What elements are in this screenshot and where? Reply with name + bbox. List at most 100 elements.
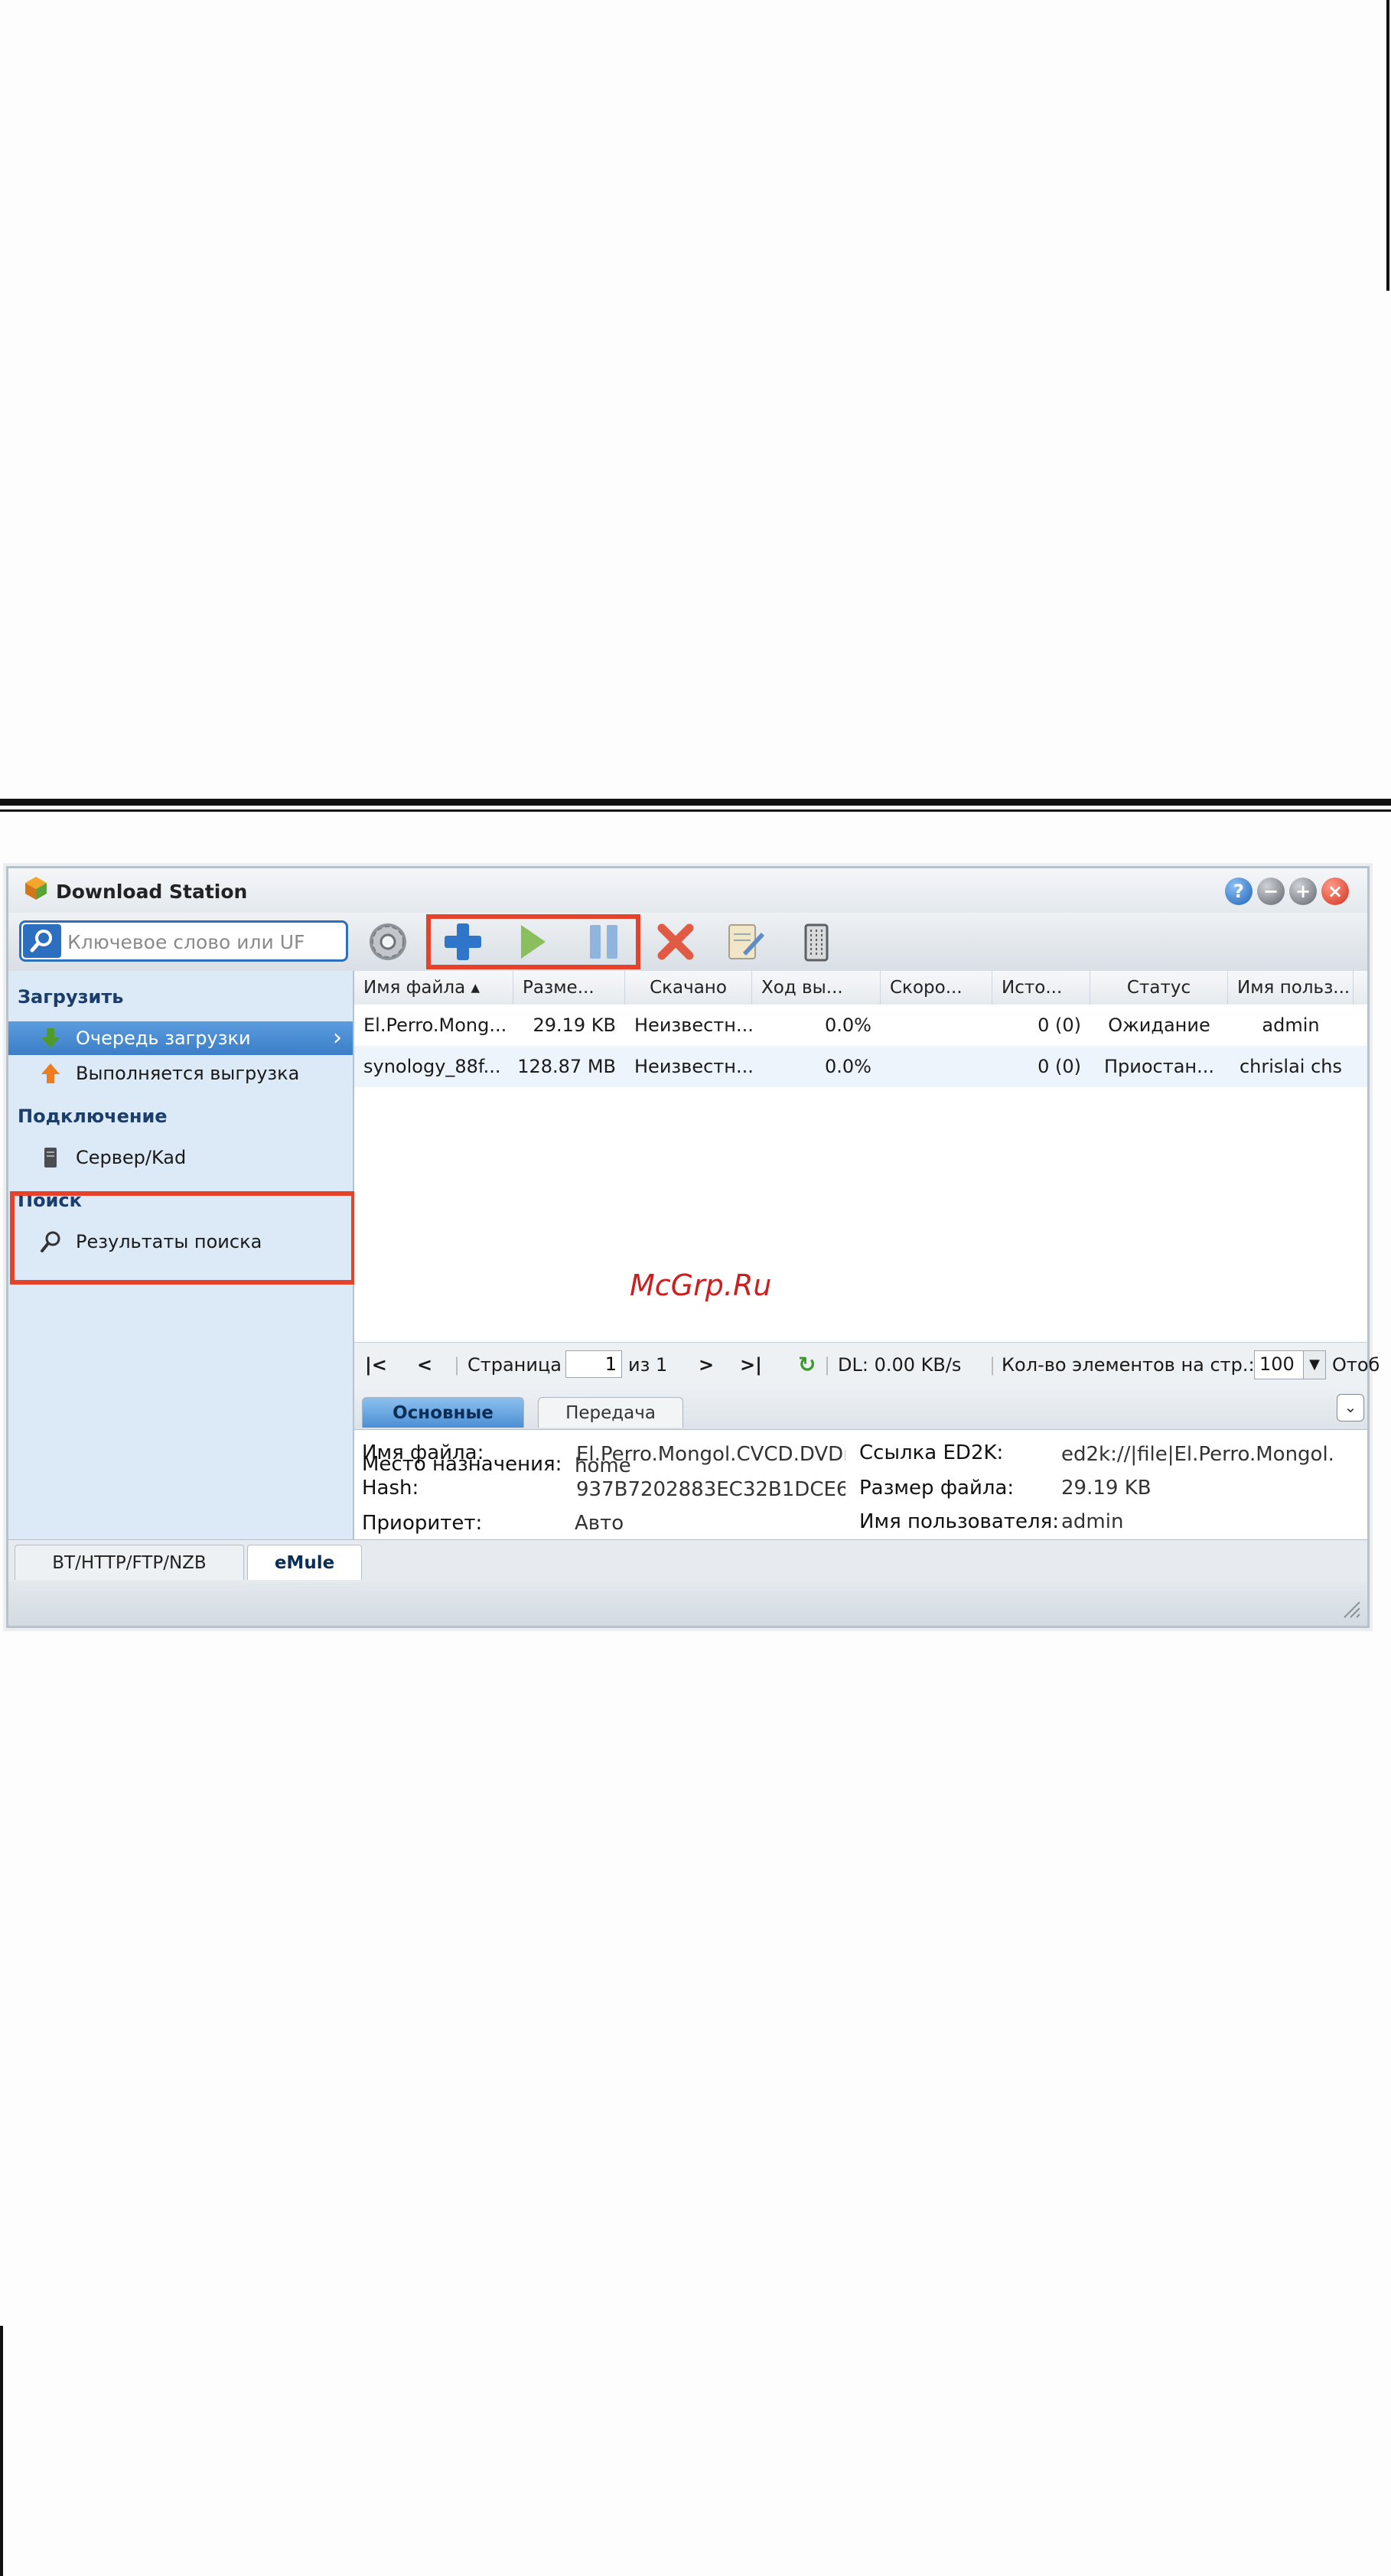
sidebar-item-server-kad[interactable]: Сервер/Kad — [8, 1141, 353, 1174]
resize-grip-icon[interactable] — [1340, 1597, 1361, 1619]
cell-status: Приостан... — [1103, 1056, 1215, 1077]
settings-icon[interactable] — [363, 919, 412, 965]
detail-value: Авто — [575, 1512, 624, 1535]
next-page-icon[interactable]: > — [699, 1352, 714, 1378]
pagination-bar: |< < | Страница из 1 > >| ↻ | DL: 0.00 K… — [354, 1342, 1380, 1388]
sidebar-section-download: Загрузить — [18, 986, 124, 1008]
detail-label: Приоритет: — [362, 1512, 483, 1535]
detail-value: 29.19 KB — [1061, 1477, 1152, 1500]
page-rule-left — [0, 2326, 3, 2576]
delete-icon[interactable] — [651, 919, 700, 965]
sidebar-item-label: Сервер/Kad — [76, 1147, 187, 1168]
details-tab-bar: Основные Передача ⌄ — [354, 1386, 1367, 1430]
download-arrow-icon — [41, 1028, 60, 1048]
download-station-logo-icon — [25, 877, 47, 900]
page-rule-thin — [0, 809, 1391, 812]
detail-label: Размер файла: — [859, 1477, 1015, 1500]
tab-transfer[interactable]: Передача — [538, 1397, 683, 1428]
page-count: из 1 — [628, 1354, 668, 1376]
title-bar: Download Station ? − + × — [8, 868, 1367, 913]
per-page-select[interactable]: 100 ▼ — [1254, 1350, 1326, 1379]
detail-value: home — [575, 1454, 631, 1477]
sidebar-item-upload[interactable]: Выполняется выгрузка — [8, 1057, 353, 1090]
first-page-icon[interactable]: |< — [365, 1352, 387, 1378]
toolbar-highlight-box — [426, 914, 640, 969]
cell-size: 29.19 KB — [533, 1014, 616, 1036]
sidebar-item-download-queue[interactable]: Очередь загрузки › — [8, 1021, 353, 1055]
column-header-downloaded[interactable]: Скачано — [625, 971, 752, 1005]
chevron-right-icon: › — [333, 1024, 342, 1051]
column-header-filename[interactable]: Имя файла ▴ — [354, 971, 513, 1005]
column-header-sources[interactable]: Исто... — [992, 971, 1090, 1005]
table-header: Имя файла ▴ Разме... Скачано Ход вы... С… — [354, 971, 1367, 1005]
cell-sources: 0 (0) — [1038, 1056, 1081, 1077]
download-speed: DL: 0.00 KB/s — [838, 1354, 962, 1376]
cell-username: chrislai chs — [1239, 1056, 1343, 1077]
cell-speed — [881, 1046, 992, 1087]
tab-bt-http-ftp-nzb[interactable]: BT/HTTP/FTP/NZB — [15, 1545, 244, 1580]
table-row[interactable]: synology_88f... 128.87 MB Неизвестн... 0… — [354, 1046, 1367, 1087]
sidebar-item-label: Очередь загрузки — [76, 1027, 251, 1049]
column-header-speed[interactable]: Скоро... — [881, 971, 992, 1005]
cell-speed — [881, 1005, 992, 1046]
toolbar — [8, 913, 1367, 972]
detail-label: Hash: — [362, 1477, 419, 1500]
chevron-down-icon: ▼ — [1303, 1351, 1325, 1379]
cell-filename: synology_88f... — [363, 1056, 501, 1077]
search-box — [19, 920, 348, 962]
column-header-username[interactable]: Имя польз... — [1228, 971, 1354, 1005]
search-section-highlight-box — [10, 1191, 356, 1285]
edit-icon[interactable] — [720, 919, 769, 965]
collapse-icon[interactable]: ⌄ — [1337, 1394, 1364, 1422]
cell-size: 128.87 MB — [517, 1056, 616, 1077]
separator: | — [989, 1354, 996, 1376]
detail-value: 937B7202883EC32B1DCE6 — [576, 1478, 845, 1501]
table-row[interactable]: El.Perro.Mong... 29.19 KB Неизвестн... 0… — [354, 1005, 1367, 1046]
page-label: Страница — [467, 1354, 562, 1376]
detail-label: Ссылка ED2K: — [859, 1441, 1004, 1464]
clear-icon[interactable] — [792, 919, 841, 965]
cell-downloaded: Неизвестн... — [634, 1056, 752, 1077]
page-rule-right — [1386, 0, 1389, 291]
display-label: Отоб — [1332, 1354, 1380, 1376]
status-bar — [8, 1582, 1367, 1626]
cell-filename: El.Perro.Mong... — [363, 1014, 507, 1036]
cell-username: admin — [1262, 1014, 1320, 1036]
upload-arrow-icon — [41, 1063, 60, 1083]
cell-sources: 0 (0) — [1038, 1014, 1081, 1036]
cell-status: Ожидание — [1108, 1014, 1210, 1036]
cell-downloaded: Неизвестн... — [634, 1014, 752, 1036]
server-icon — [44, 1148, 57, 1168]
tab-emule[interactable]: eMule — [247, 1545, 362, 1580]
page-rule-thick — [0, 799, 1391, 806]
last-page-icon[interactable]: >| — [740, 1352, 762, 1378]
detail-label: Имя пользователя: — [859, 1510, 1059, 1533]
maximize-icon[interactable]: + — [1289, 878, 1317, 905]
column-header-status[interactable]: Статус — [1090, 971, 1228, 1005]
cell-progress: 0.0% — [825, 1056, 871, 1077]
watermark: McGrp.Ru — [630, 1268, 772, 1302]
close-icon[interactable]: × — [1321, 878, 1349, 905]
download-station-window: Download Station ? − + × Ключевое слово … — [6, 866, 1380, 1628]
refresh-icon[interactable]: ↻ — [798, 1352, 816, 1378]
minimize-icon[interactable]: − — [1257, 878, 1285, 905]
column-header-size[interactable]: Разме... — [513, 971, 625, 1005]
cell-progress: 0.0% — [825, 1014, 871, 1036]
separator: | — [824, 1354, 831, 1376]
column-header-progress[interactable]: Ход вы... — [752, 971, 881, 1005]
search-icon[interactable] — [23, 924, 61, 958]
page-number-input[interactable] — [565, 1350, 622, 1378]
bottom-tab-bar: BT/HTTP/FTP/NZB eMule — [8, 1539, 1367, 1583]
sidebar-item-label: Выполняется выгрузка — [76, 1063, 300, 1084]
search-input[interactable] — [66, 929, 344, 955]
prev-page-icon[interactable]: < — [417, 1352, 432, 1378]
app-title: Download Station — [56, 881, 248, 903]
sidebar-section-connection: Подключение — [18, 1106, 168, 1127]
per-page-label: Кол-во элементов на стр.: — [1002, 1354, 1255, 1376]
tab-general[interactable]: Основные — [362, 1397, 524, 1428]
detail-value: admin — [1061, 1510, 1124, 1533]
separator: | — [454, 1354, 461, 1376]
detail-value: ed2k://|file|El.Perro.Mongol. — [1061, 1443, 1334, 1466]
help-icon[interactable]: ? — [1225, 878, 1253, 905]
detail-label: Место назначения: — [362, 1453, 562, 1476]
